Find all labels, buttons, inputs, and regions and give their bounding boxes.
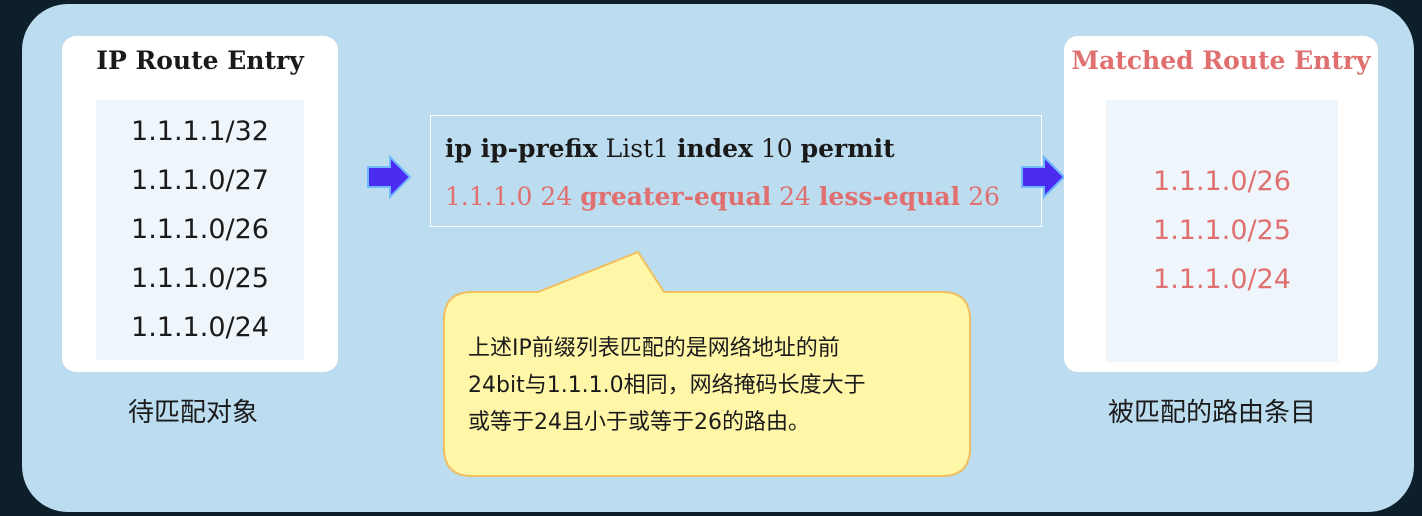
rule-ge-value: 24 <box>779 182 811 211</box>
diagram-canvas: IP Route Entry 1.1.1.1/32 1.1.1.0/27 1.1… <box>22 4 1414 512</box>
rule-keyword: permit <box>800 134 895 163</box>
rule-index-value: 10 <box>760 134 793 163</box>
matched-route-entry: 1.1.1.0/26 <box>1153 166 1291 197</box>
route-entry: 1.1.1.0/25 <box>131 263 269 294</box>
route-entry: 1.1.1.0/24 <box>131 312 269 343</box>
left-caption: 待匹配对象 <box>128 398 259 428</box>
ip-route-entry-card: IP Route Entry 1.1.1.1/32 1.1.1.0/27 1.1… <box>62 36 338 372</box>
matched-route-entry-title: Matched Route Entry <box>1071 46 1371 75</box>
rule-prefix-value: 1.1.1.0 24 <box>445 182 573 211</box>
route-entry: 1.1.1.0/27 <box>131 165 269 196</box>
ip-route-entry-list: 1.1.1.1/32 1.1.1.0/27 1.1.1.0/26 1.1.1.0… <box>96 100 304 360</box>
route-entry: 1.1.1.0/26 <box>131 214 269 245</box>
callout-line: 上述IP前缀列表匹配的是网络地址的前 <box>468 336 840 361</box>
rule-keyword: greater-equal <box>580 182 772 211</box>
rule-keyword: less-equal <box>818 182 961 211</box>
matched-route-entry-card: Matched Route Entry 1.1.1.0/26 1.1.1.0/2… <box>1064 36 1378 372</box>
ip-route-entry-title: IP Route Entry <box>96 46 304 75</box>
rule-list-name: List1 <box>605 134 670 163</box>
rule-le-value: 26 <box>968 182 1000 211</box>
matched-route-entry: 1.1.1.0/25 <box>1153 215 1291 246</box>
route-entry: 1.1.1.1/32 <box>131 116 269 147</box>
matched-route-entry-list: 1.1.1.0/26 1.1.1.0/25 1.1.1.0/24 <box>1106 100 1338 362</box>
ip-prefix-rule-box: ip ip-prefix List1 index 10 permit 1.1.1… <box>430 115 1042 227</box>
callout-text: 上述IP前缀列表匹配的是网络地址的前 24bit与1.1.1.0相同，网络掩码长… <box>468 330 948 441</box>
rule-keyword: index <box>676 134 753 163</box>
callout-line: 或等于24且小于或等于26的路由。 <box>468 410 810 435</box>
callout-line: 24bit与1.1.1.0相同，网络掩码长度大于 <box>468 373 866 398</box>
arrow-right-icon <box>367 154 412 200</box>
rule-command-line: ip ip-prefix List1 index 10 permit <box>445 134 895 163</box>
rule-keyword: ip ip-prefix <box>445 134 598 163</box>
right-caption: 被匹配的路由条目 <box>1108 398 1317 428</box>
matched-route-entry: 1.1.1.0/24 <box>1153 264 1291 295</box>
rule-match-line: 1.1.1.0 24 greater-equal 24 less-equal 2… <box>445 182 1000 211</box>
arrow-right-icon <box>1021 154 1066 200</box>
